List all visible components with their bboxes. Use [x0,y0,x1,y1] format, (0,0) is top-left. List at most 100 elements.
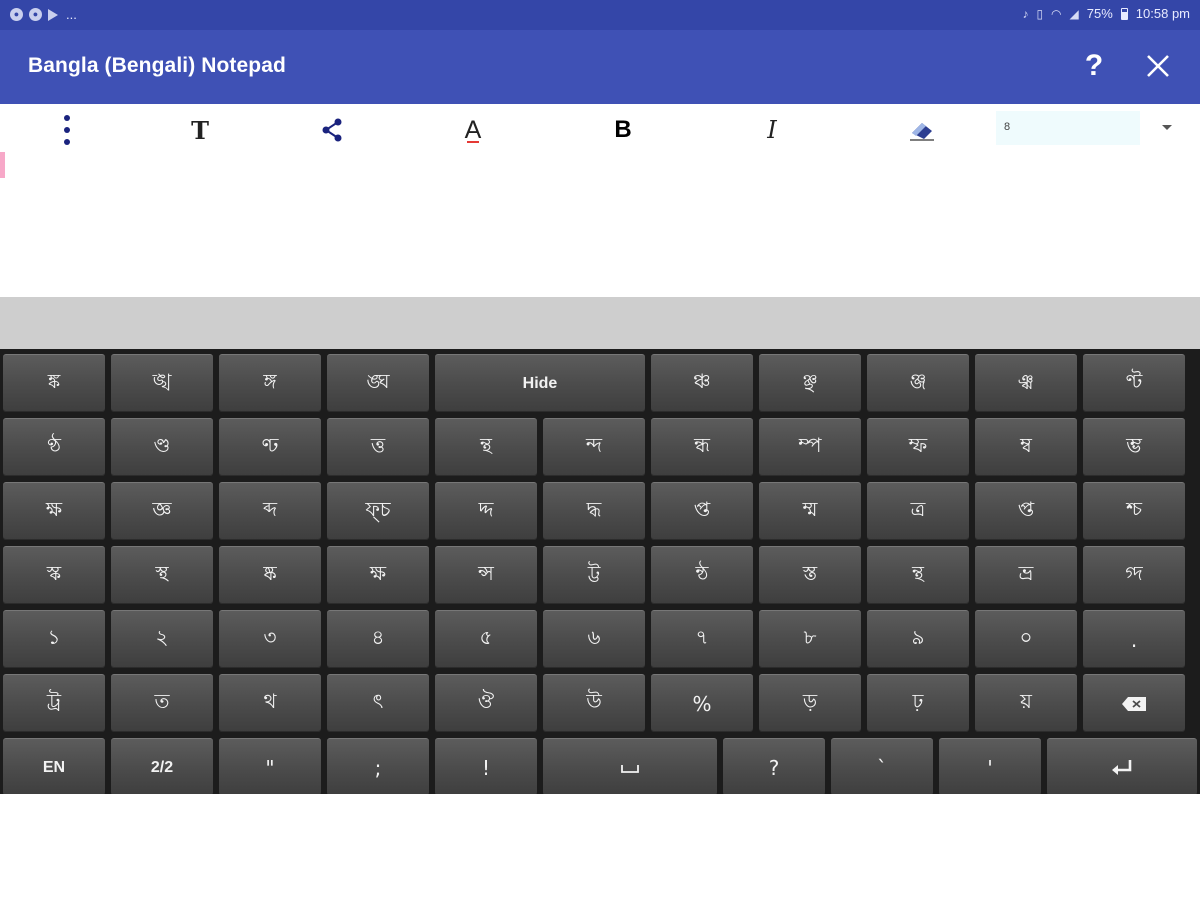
backspace-key[interactable] [1083,674,1185,732]
keyboard-key[interactable]: ত [111,674,213,732]
keyboard-key[interactable]: ড় [759,674,861,732]
digit-key[interactable]: ১ [3,610,105,668]
keyboard-key[interactable]: স্ক [3,546,105,604]
digit-key[interactable]: ৯ [867,610,969,668]
keyboard-key[interactable]: ট্র [3,674,105,732]
eraser-button[interactable] [902,110,942,150]
keyboard-key[interactable]: ঙ্ক [3,354,105,412]
backspace-icon [1122,696,1146,711]
keyboard-key[interactable]: ঞ্চ [651,354,753,412]
digit-key[interactable]: ৭ [651,610,753,668]
keyboard-key[interactable]: স্ত [759,546,861,604]
mute-icon: ♪ [1022,6,1029,21]
percent-key[interactable]: % [651,674,753,732]
digit-key[interactable]: ৫ [435,610,537,668]
quote-key[interactable]: " [219,738,321,796]
period-key[interactable]: . [1083,610,1185,668]
keyboard-key[interactable]: ণ্ঠ [3,418,105,476]
keyboard-key[interactable]: ক্ষ [327,546,429,604]
keyboard-key[interactable]: শ্চ [1083,482,1185,540]
keyboard-key[interactable]: ঙ্খ [111,354,213,412]
keyboard-key[interactable]: ভ্র [975,546,1077,604]
keyboard-key[interactable]: ন্দ [543,418,645,476]
keyboard-key[interactable]: ঙ্গ [219,354,321,412]
keyboard-key[interactable]: ঞ্জ [867,354,969,412]
keyboard-key[interactable]: প্ত [651,482,753,540]
keyboard-key[interactable]: গ্দ [1083,546,1185,604]
keyboard-key[interactable]: ত্র [867,482,969,540]
keyboard-key[interactable]: স্থ [111,546,213,604]
dropdown-arrow-icon[interactable] [1162,125,1172,130]
text-editor[interactable] [0,152,1200,297]
font-size-select[interactable]: 8 [996,111,1140,145]
status-bar: ● ● ... ♪ ▯ ◠ ◢ 75% 10:58 pm [0,0,1200,30]
help-button[interactable]: ? [1078,46,1110,86]
semicolon-key[interactable]: ; [327,738,429,796]
close-icon [1147,55,1169,77]
keyboard-key[interactable]: ন্থ [867,546,969,604]
page-toggle-key[interactable]: 2/2 [111,738,213,796]
close-button[interactable] [1140,48,1176,84]
keyboard-key[interactable]: ম্ফ [867,418,969,476]
digit-key[interactable]: ৩ [219,610,321,668]
keyboard-key[interactable]: ঢ় [867,674,969,732]
blank-area [0,794,1200,900]
hide-keyboard-button[interactable]: Hide [435,354,645,412]
italic-button[interactable]: I [752,110,792,150]
more-notifications: ... [66,7,77,22]
overflow-menu-button[interactable] [47,110,87,150]
keyboard-key[interactable]: ঞ্ঝ [975,354,1077,412]
keyboard-key[interactable]: ন্ধ [651,418,753,476]
keyboard-key[interactable]: ণ্ড [111,418,213,476]
keyboard-key[interactable]: ফ্চ [327,482,429,540]
notification-icon: ● [29,8,42,21]
apostrophe-key[interactable]: ' [939,738,1041,796]
digit-key[interactable]: ২ [111,610,213,668]
keyboard-key[interactable]: ঔ [435,674,537,732]
space-key[interactable] [543,738,717,796]
font-button[interactable]: T [180,110,220,150]
keyboard-key[interactable]: দ্ধ [543,482,645,540]
keyboard-key[interactable]: ট্ট [543,546,645,604]
text-color-button[interactable]: A [453,110,493,150]
space-icon [621,764,639,773]
keyboard-key[interactable]: থ [219,674,321,732]
app-title: Bangla (Bengali) Notepad [28,54,286,77]
language-toggle-key[interactable]: EN [3,738,105,796]
notification-icon: ● [10,8,23,21]
keyboard-key[interactable]: ন্ঠ [651,546,753,604]
keyboard-key[interactable]: ঙ্ঘ [327,354,429,412]
keyboard-key[interactable]: ম্ব [975,418,1077,476]
digit-key[interactable]: ৮ [759,610,861,668]
keyboard-key[interactable]: ণ্ঢ [219,418,321,476]
share-button[interactable] [312,110,352,150]
keyboard-key[interactable]: ন্স [435,546,537,604]
keyboard-key[interactable]: ম্ম [759,482,861,540]
keyboard-key[interactable]: ষ্ক [219,546,321,604]
keyboard-key[interactable]: ন্থ [435,418,537,476]
play-store-icon [48,8,58,21]
digit-key[interactable]: ৬ [543,610,645,668]
digit-key[interactable]: ৪ [327,610,429,668]
keyboard-key[interactable]: ব্দ [219,482,321,540]
keyboard-key[interactable]: ম্প [759,418,861,476]
enter-key[interactable] [1047,738,1197,796]
keyboard-key[interactable]: দ্দ [435,482,537,540]
keyboard-key[interactable]: উ [543,674,645,732]
keyboard-key[interactable]: ৎ [327,674,429,732]
bold-button[interactable]: B [603,110,643,150]
keyboard-key[interactable]: য় [975,674,1077,732]
keyboard-key[interactable]: ক্ষ [3,482,105,540]
keyboard-key[interactable]: ঞ্ছ [759,354,861,412]
question-key[interactable]: ? [723,738,825,796]
keyboard-key[interactable]: ম্ভ [1083,418,1185,476]
keyboard-key[interactable]: ণ্ট [1083,354,1185,412]
keyboard-key[interactable]: প্ত [975,482,1077,540]
keyboard-key[interactable]: ত্ত [327,418,429,476]
exclamation-key[interactable]: ! [435,738,537,796]
keyboard-key[interactable]: জ্ঞ [111,482,213,540]
app-screen: ● ● ... ♪ ▯ ◠ ◢ 75% 10:58 pm Bangla (Ben… [0,0,1200,900]
backtick-key[interactable]: ` [831,738,933,796]
digit-key[interactable]: ০ [975,610,1077,668]
status-indicators: ♪ ▯ ◠ ◢ 75% 10:58 pm [1022,6,1190,21]
